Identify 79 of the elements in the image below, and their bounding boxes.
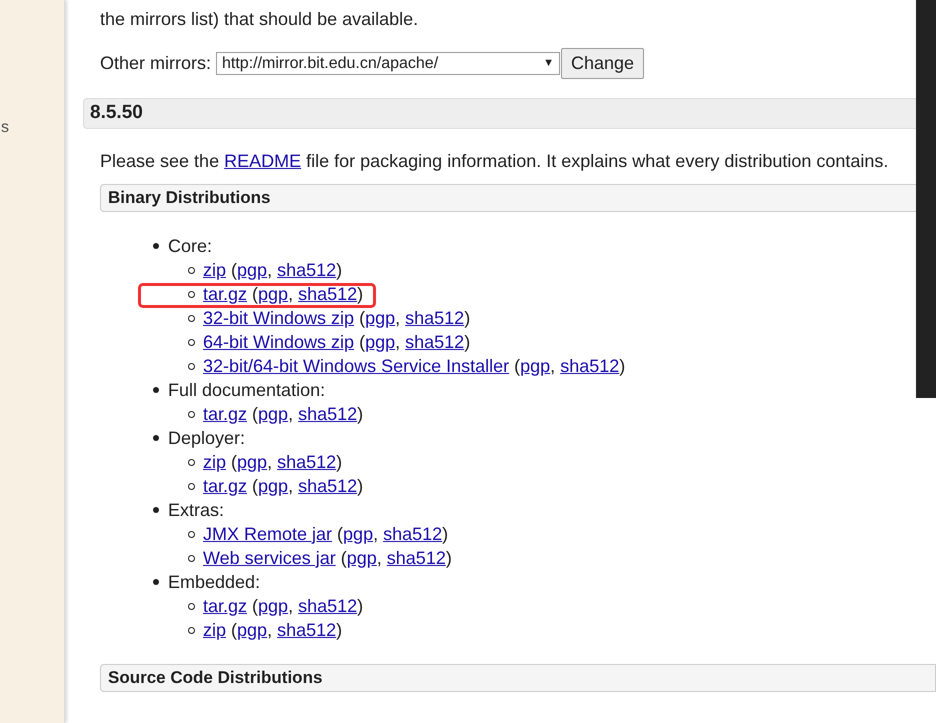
circle-bullet-icon xyxy=(188,362,195,370)
link[interactable]: sha512 xyxy=(383,524,442,544)
circle-bullet-icon xyxy=(188,554,195,562)
bullet-icon xyxy=(153,579,159,585)
link[interactable]: 32-bit/64-bit Windows Service Installer xyxy=(203,356,510,376)
mirror-select[interactable]: http://mirror.bit.edu.cn/apache/ ▼ xyxy=(216,52,560,75)
link[interactable]: zip xyxy=(203,260,226,280)
link[interactable]: pgp xyxy=(258,476,288,496)
link[interactable]: pgp xyxy=(343,524,374,544)
link[interactable]: pgp xyxy=(520,356,550,376)
link[interactable]: sha512 xyxy=(386,548,446,568)
circle-bullet-icon xyxy=(188,266,195,274)
link[interactable]: sha512 xyxy=(405,308,464,328)
link[interactable]: pgp xyxy=(346,548,377,568)
bullet-icon xyxy=(153,435,159,441)
link[interactable]: sha512 xyxy=(298,596,358,616)
download-line: tar.gz (pgp, sha512) xyxy=(203,594,364,618)
intro-text: the mirrors list) that should be available. xyxy=(99,8,420,31)
download-line: 32-bit/64-bit Windows Service Installer (pgp, sha512) xyxy=(203,354,626,378)
link[interactable]: pgp xyxy=(258,404,288,424)
link[interactable]: JMX Remote jar xyxy=(203,524,332,544)
link[interactable]: sha512 xyxy=(277,452,336,472)
download-line: zip (pgp, sha512) xyxy=(203,618,342,642)
circle-bullet-icon xyxy=(188,602,195,610)
download-line: zip (pgp, sha512) xyxy=(203,450,342,474)
link[interactable]: pgp xyxy=(237,260,268,280)
source-heading: Source Code Distributions xyxy=(108,667,322,690)
link[interactable]: Web services jar xyxy=(203,548,336,568)
link[interactable]: sha512 xyxy=(298,404,358,424)
download-line: 32-bit Windows zip (pgp, sha512) xyxy=(203,306,470,330)
circle-bullet-icon xyxy=(188,338,195,346)
link[interactable]: sha512 xyxy=(560,356,620,376)
link[interactable]: 64-bit Windows zip xyxy=(203,332,354,352)
group-label: Core: xyxy=(168,234,212,258)
link[interactable]: pgp xyxy=(258,284,288,304)
download-line: tar.gz (pgp, sha512) xyxy=(203,282,364,306)
circle-bullet-icon xyxy=(188,482,195,490)
link[interactable]: 32-bit Windows zip xyxy=(203,308,354,328)
circle-bullet-icon xyxy=(188,410,195,418)
link[interactable]: sha512 xyxy=(298,476,358,496)
link[interactable]: zip xyxy=(203,620,226,640)
link[interactable]: sha512 xyxy=(277,260,336,280)
link[interactable]: pgp xyxy=(365,308,396,328)
circle-bullet-icon xyxy=(188,314,195,322)
link[interactable]: pgp xyxy=(258,596,288,616)
link[interactable]: tar.gz xyxy=(203,404,248,424)
circle-bullet-icon xyxy=(188,458,195,466)
link[interactable]: pgp xyxy=(237,620,268,640)
download-line: tar.gz (pgp, sha512) xyxy=(203,402,364,426)
bullet-icon xyxy=(153,243,159,249)
version-heading: 8.5.50 xyxy=(90,101,143,126)
link[interactable]: tar.gz xyxy=(203,476,248,496)
group-label: Deployer: xyxy=(168,426,246,450)
download-line: JMX Remote jar (pgp, sha512) xyxy=(203,522,448,546)
link[interactable]: sha512 xyxy=(298,284,358,304)
mirrors-label: Other mirrors: xyxy=(100,52,212,75)
link[interactable]: README xyxy=(224,151,302,171)
link[interactable]: pgp xyxy=(237,452,268,472)
change-button[interactable]: Change xyxy=(561,48,644,79)
download-line: Web services jar (pgp, sha512) xyxy=(203,546,452,570)
circle-bullet-icon xyxy=(188,290,195,298)
group-label: Full documentation: xyxy=(168,378,326,402)
download-line: zip (pgp, sha512) xyxy=(203,258,342,282)
group-label: Embedded: xyxy=(168,570,260,594)
circle-bullet-icon xyxy=(188,626,195,634)
link[interactable]: pgp xyxy=(365,332,396,352)
download-line: tar.gz (pgp, sha512) xyxy=(203,474,364,498)
link[interactable]: sha512 xyxy=(405,332,464,352)
bullet-icon xyxy=(153,507,159,513)
bullet-icon xyxy=(153,387,159,393)
link[interactable]: sha512 xyxy=(277,620,336,640)
sidebar-text: s xyxy=(0,118,10,138)
circle-bullet-icon xyxy=(188,530,195,538)
group-label: Extras: xyxy=(168,498,224,522)
link[interactable]: zip xyxy=(203,452,226,472)
link[interactable]: tar.gz xyxy=(203,596,248,616)
binary-heading: Binary Distributions xyxy=(108,187,270,210)
link[interactable]: tar.gz xyxy=(203,284,248,304)
download-line: 64-bit Windows zip (pgp, sha512) xyxy=(203,330,470,354)
